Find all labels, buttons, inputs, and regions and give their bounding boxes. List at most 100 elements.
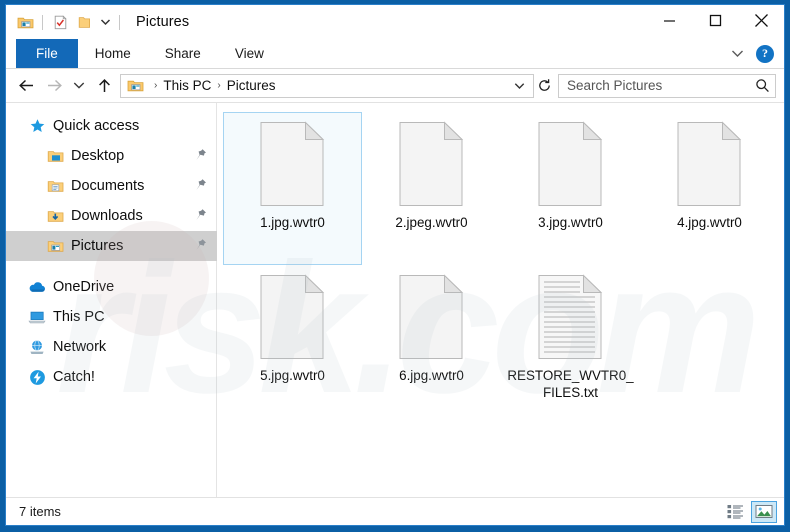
sidebar-label: Pictures [71, 238, 124, 254]
maximize-button[interactable] [692, 5, 738, 35]
customize-chevron-icon[interactable] [97, 14, 113, 30]
sidebar-label: Catch! [53, 369, 95, 385]
large-icons-view-button[interactable] [751, 500, 777, 523]
sidebar-item-documents[interactable]: Documents [6, 171, 217, 201]
sidebar-label: Downloads [71, 208, 143, 224]
sidebar-gap-1 [6, 261, 217, 272]
folder-icon[interactable] [73, 11, 95, 33]
properties-icon[interactable] [14, 11, 36, 33]
sidebar-item-downloads[interactable]: Downloads [6, 201, 217, 231]
sidebar-item-desktop[interactable]: Desktop [6, 141, 217, 171]
pictures-folder-icon [127, 80, 144, 92]
file-item[interactable]: 2.jpeg.wvtr0 [362, 112, 501, 265]
new-folder-checkbox-icon[interactable] [49, 11, 71, 33]
ribbon-tab-bar: File Home Share View ? [6, 39, 784, 69]
tab-file[interactable]: File [16, 39, 78, 68]
folder-downloads-icon [46, 207, 64, 225]
blank-document-icon [676, 121, 744, 207]
cloud-icon [28, 278, 46, 296]
tab-view[interactable]: View [218, 39, 281, 68]
blank-document-icon [259, 121, 327, 207]
sidebar-item-catch[interactable]: Catch! [6, 362, 217, 392]
file-item[interactable]: 6.jpg.wvtr0 [362, 265, 501, 418]
window-title: Pictures [136, 14, 190, 30]
file-item[interactable]: 4.jpg.wvtr0 [640, 112, 779, 265]
blank-document-icon [259, 274, 327, 360]
navigation-pane: Quick access Desktop Documents Downloads… [6, 103, 217, 497]
sidebar-label: Documents [71, 178, 145, 194]
sidebar-label: Network [53, 339, 107, 355]
search-input[interactable] [567, 78, 755, 93]
file-item[interactable]: 3.jpg.wvtr0 [501, 112, 640, 265]
back-button[interactable] [12, 72, 40, 100]
computer-icon [28, 308, 46, 326]
ribbon-right-controls: ? [726, 39, 784, 68]
qat-divider-2 [119, 14, 120, 30]
breadcrumb-separator-1: › [154, 80, 158, 91]
search-box[interactable] [558, 73, 776, 98]
sidebar-label: Quick access [53, 118, 140, 134]
sidebar-label: OneDrive [53, 279, 115, 295]
file-item[interactable]: RESTORE_WVTR0_FILES.txt [501, 265, 640, 418]
catch-lightning-icon [28, 368, 46, 386]
minimize-button[interactable] [646, 5, 692, 35]
explorer-body: risk.com Quick access [6, 102, 784, 497]
recent-locations-chevron-icon[interactable] [68, 72, 90, 100]
text-document-icon [537, 274, 605, 360]
search-icon[interactable] [755, 78, 770, 93]
view-mode-buttons [722, 500, 777, 523]
pin-icon[interactable] [194, 178, 207, 194]
address-bar: › This PC › Pictures [6, 69, 784, 102]
blank-document-icon [537, 121, 605, 207]
help-button[interactable]: ? [756, 44, 774, 63]
sidebar-label: This PC [53, 309, 105, 325]
sidebar-item-onedrive[interactable]: OneDrive [6, 272, 217, 302]
network-icon [28, 338, 46, 356]
file-item[interactable]: 5.jpg.wvtr0 [223, 265, 362, 418]
file-item[interactable]: 1.jpg.wvtr0 [223, 112, 362, 265]
sidebar-label: Desktop [71, 148, 125, 164]
forward-button[interactable] [40, 72, 68, 100]
breadcrumb-separator-2: › [217, 80, 221, 91]
breadcrumb-this-pc[interactable]: This PC [163, 78, 211, 93]
file-grid: 1.jpg.wvtr0 2.jpeg.wvtr0 3.jpg.wvtr0 4.j… [223, 112, 784, 418]
sidebar-item-this-pc[interactable]: This PC [6, 302, 217, 332]
file-name: 6.jpg.wvtr0 [399, 368, 464, 383]
sidebar-item-pictures[interactable]: Pictures [6, 231, 217, 261]
details-view-button[interactable] [722, 501, 748, 523]
file-name: 5.jpg.wvtr0 [260, 368, 325, 383]
file-list-pane[interactable]: 1.jpg.wvtr0 2.jpeg.wvtr0 3.jpg.wvtr0 4.j… [217, 103, 784, 497]
qat-divider-1 [42, 14, 43, 30]
breadcrumb-bar[interactable]: › This PC › Pictures [120, 73, 534, 98]
pin-icon[interactable] [194, 238, 207, 254]
sidebar-item-quick-access[interactable]: Quick access [6, 111, 217, 141]
file-name: 4.jpg.wvtr0 [677, 215, 742, 230]
item-count-label: 7 items [19, 504, 61, 519]
folder-documents-icon [46, 177, 64, 195]
breadcrumb-pictures[interactable]: Pictures [227, 78, 276, 93]
file-name: 3.jpg.wvtr0 [538, 215, 603, 230]
tab-share[interactable]: Share [148, 39, 218, 68]
folder-desktop-icon [46, 147, 64, 165]
title-bar: Pictures [6, 5, 784, 39]
file-name: 1.jpg.wvtr0 [260, 215, 325, 230]
folder-pictures-icon [46, 237, 64, 255]
explorer-window: Pictures File Home Share View ? › This P… [0, 0, 790, 532]
address-dropdown-chevron-icon[interactable] [509, 75, 529, 97]
tab-home[interactable]: Home [78, 39, 148, 68]
quick-access-toolbar [6, 11, 124, 33]
file-name: RESTORE_WVTR0_FILES.txt [507, 368, 634, 400]
blank-document-icon [398, 274, 466, 360]
star-icon [28, 117, 46, 135]
blank-document-icon [398, 121, 466, 207]
expand-ribbon-chevron-icon[interactable] [726, 43, 748, 65]
up-button[interactable] [90, 72, 118, 100]
pin-icon[interactable] [194, 208, 207, 224]
close-button[interactable] [738, 5, 784, 35]
window-controls [646, 5, 784, 39]
refresh-button[interactable] [534, 75, 554, 97]
pin-icon[interactable] [194, 148, 207, 164]
status-bar: 7 items [6, 497, 784, 525]
window-client-area: Pictures File Home Share View ? › This P… [5, 4, 785, 526]
sidebar-item-network[interactable]: Network [6, 332, 217, 362]
